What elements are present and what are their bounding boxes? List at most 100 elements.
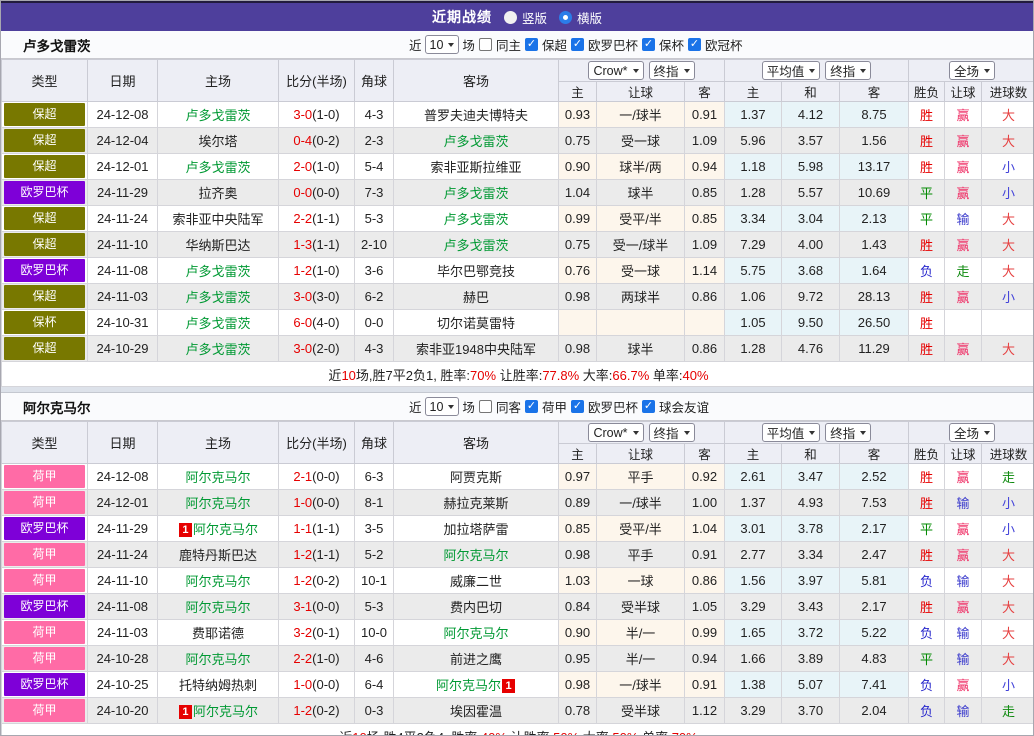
col-header-type: 类型 xyxy=(2,60,88,102)
subcol-handicap-result: 让球 xyxy=(945,444,982,464)
home-team-name[interactable]: 阿尔克马尔 xyxy=(185,496,250,511)
odds-home-cell: 0.98 xyxy=(559,336,597,362)
match-row: 荷甲24-11-03费耶诺德3-2(0-1)10-0阿尔克马尔0.90半/一0.… xyxy=(2,620,1034,646)
away-team-cell: 切尔诺莫雷特 xyxy=(394,310,559,336)
away-team-name[interactable]: 阿尔克马尔 xyxy=(443,626,508,641)
away-team-name[interactable]: 加拉塔萨雷 xyxy=(443,522,508,537)
odds-home-cell: 0.95 xyxy=(559,646,597,672)
league-filter-label[interactable]: 球会友谊 xyxy=(659,397,709,416)
layout-option-vertical[interactable]: 竖版 xyxy=(504,8,547,27)
match-count-select[interactable]: 10 xyxy=(425,397,460,416)
away-team-name[interactable]: 威廉二世 xyxy=(450,574,502,589)
league-filter-label[interactable]: 欧罗巴杯 xyxy=(588,35,638,54)
league-badge: 荷甲 xyxy=(4,491,85,514)
away-team-name[interactable]: 埃因霍温 xyxy=(450,704,502,719)
layout-option-horizontal[interactable]: 横版 xyxy=(559,8,602,27)
away-team-name[interactable]: 毕尔巴鄂竞技 xyxy=(437,264,515,279)
odds-company-select[interactable]: Crow* xyxy=(588,61,643,80)
league-filter-checkbox[interactable] xyxy=(571,38,584,51)
home-team-name[interactable]: 卢多戈雷茨 xyxy=(185,160,250,175)
league-filter-label[interactable]: 荷甲 xyxy=(542,397,567,416)
home-team-name[interactable]: 卢多戈雷茨 xyxy=(185,316,250,331)
away-team-name[interactable]: 卢多戈雷茨 xyxy=(443,212,508,227)
home-team-name[interactable]: 卢多戈雷茨 xyxy=(185,264,250,279)
away-team-name[interactable]: 索非亚斯拉维亚 xyxy=(430,160,521,175)
result-wl-cell: 负 xyxy=(909,672,945,698)
home-team-name[interactable]: 阿尔克马尔 xyxy=(193,522,258,537)
away-team-name[interactable]: 卢多戈雷茨 xyxy=(443,134,508,149)
corners-cell: 0-0 xyxy=(355,310,394,336)
radio-selected-icon[interactable] xyxy=(559,11,572,24)
league-filter-label[interactable]: 保超 xyxy=(542,35,567,54)
match-row: 保超24-10-29卢多戈雷茨3-0(2-0)4-3索非亚1948中央陆军0.9… xyxy=(2,336,1034,362)
match-count-select[interactable]: 10 xyxy=(425,35,460,54)
corners-cell: 5-2 xyxy=(355,542,394,568)
layout-vertical-label[interactable]: 竖版 xyxy=(522,8,547,27)
league-filter-label[interactable]: 欧冠杯 xyxy=(705,35,743,54)
league-filter-checkbox[interactable] xyxy=(525,400,538,413)
league-filter-checkbox[interactable] xyxy=(571,400,584,413)
avg-home-cell: 1.37 xyxy=(725,102,782,128)
league-filter-checkbox[interactable] xyxy=(642,38,655,51)
odds-time-select[interactable]: 终指 xyxy=(649,61,695,80)
same-venue-checkbox[interactable] xyxy=(479,38,492,51)
match-date: 24-10-28 xyxy=(88,646,158,672)
home-team-name[interactable]: 索非亚中央陆军 xyxy=(172,212,263,227)
odds-company-select[interactable]: Crow* xyxy=(588,423,643,442)
league-filter-checkbox[interactable] xyxy=(688,38,701,51)
away-team-name[interactable]: 卢多戈雷茨 xyxy=(443,186,508,201)
away-team-name[interactable]: 阿尔克马尔 xyxy=(443,548,508,563)
away-team-name[interactable]: 阿尔克马尔 xyxy=(436,678,501,693)
odds-time-select[interactable]: 终指 xyxy=(649,423,695,442)
period-select[interactable]: 全场 xyxy=(949,61,995,80)
score-cell: 2-2(1-1) xyxy=(279,206,355,232)
home-team-name[interactable]: 卢多戈雷茨 xyxy=(185,290,250,305)
layout-horizontal-label[interactable]: 横版 xyxy=(577,8,602,27)
same-venue-label[interactable]: 同客 xyxy=(496,397,521,416)
result-wl-cell: 负 xyxy=(909,568,945,594)
avg-home-cell: 3.01 xyxy=(725,516,782,542)
radio-unselected-icon[interactable] xyxy=(504,11,517,24)
league-filter-label[interactable]: 保杯 xyxy=(659,35,684,54)
average-time-select[interactable]: 终指 xyxy=(825,423,871,442)
away-team-name[interactable]: 普罗夫迪夫博特夫 xyxy=(424,108,528,123)
away-team-name[interactable]: 卢多戈雷茨 xyxy=(443,238,508,253)
score-cell: 1-2(0-2) xyxy=(279,568,355,594)
league-filter-label[interactable]: 欧罗巴杯 xyxy=(588,397,638,416)
away-team-name[interactable]: 前进之鹰 xyxy=(450,652,502,667)
home-team-name[interactable]: 托特纳姆热刺 xyxy=(179,678,257,693)
chevron-down-icon xyxy=(633,431,639,435)
league-badge: 荷甲 xyxy=(4,543,85,566)
odds-handicap-cell: 平手 xyxy=(597,464,685,490)
away-team-name[interactable]: 赫拉克莱斯 xyxy=(443,496,508,511)
home-team-name[interactable]: 卢多戈雷茨 xyxy=(185,108,250,123)
average-time-select[interactable]: 终指 xyxy=(825,61,871,80)
league-filter-checkbox[interactable] xyxy=(642,400,655,413)
away-team-name[interactable]: 切尔诺莫雷特 xyxy=(437,316,515,331)
home-team-name[interactable]: 卢多戈雷茨 xyxy=(185,342,250,357)
away-team-name[interactable]: 索非亚1948中央陆军 xyxy=(416,342,536,357)
home-team-name[interactable]: 华纳斯巴达 xyxy=(185,238,250,253)
home-team-name[interactable]: 费耶诺德 xyxy=(192,626,244,641)
summary-text: 50% xyxy=(612,730,638,736)
away-team-name[interactable]: 费内巴切 xyxy=(450,600,502,615)
away-team-name[interactable]: 赫巴 xyxy=(463,290,489,305)
same-venue-label[interactable]: 同主 xyxy=(496,35,521,54)
home-team-name[interactable]: 阿尔克马尔 xyxy=(193,704,258,719)
home-team-name[interactable]: 拉齐奥 xyxy=(198,186,237,201)
home-team-name[interactable]: 阿尔克马尔 xyxy=(185,470,250,485)
home-team-name[interactable]: 阿尔克马尔 xyxy=(185,600,250,615)
same-venue-checkbox[interactable] xyxy=(479,400,492,413)
average-select[interactable]: 平均值 xyxy=(762,61,821,80)
home-team-name[interactable]: 埃尔塔 xyxy=(198,134,237,149)
league-badge: 欧罗巴杯 xyxy=(4,595,85,618)
result-wl-cell: 胜 xyxy=(909,284,945,310)
average-select[interactable]: 平均值 xyxy=(762,423,821,442)
home-team-name[interactable]: 阿尔克马尔 xyxy=(185,652,250,667)
league-filter-checkbox[interactable] xyxy=(525,38,538,51)
away-team-name[interactable]: 阿贾克斯 xyxy=(450,470,502,485)
home-team-name[interactable]: 鹿特丹斯巴达 xyxy=(179,548,257,563)
away-team-cell: 阿尔克马尔 xyxy=(394,620,559,646)
period-select[interactable]: 全场 xyxy=(949,423,995,442)
home-team-name[interactable]: 阿尔克马尔 xyxy=(185,574,250,589)
